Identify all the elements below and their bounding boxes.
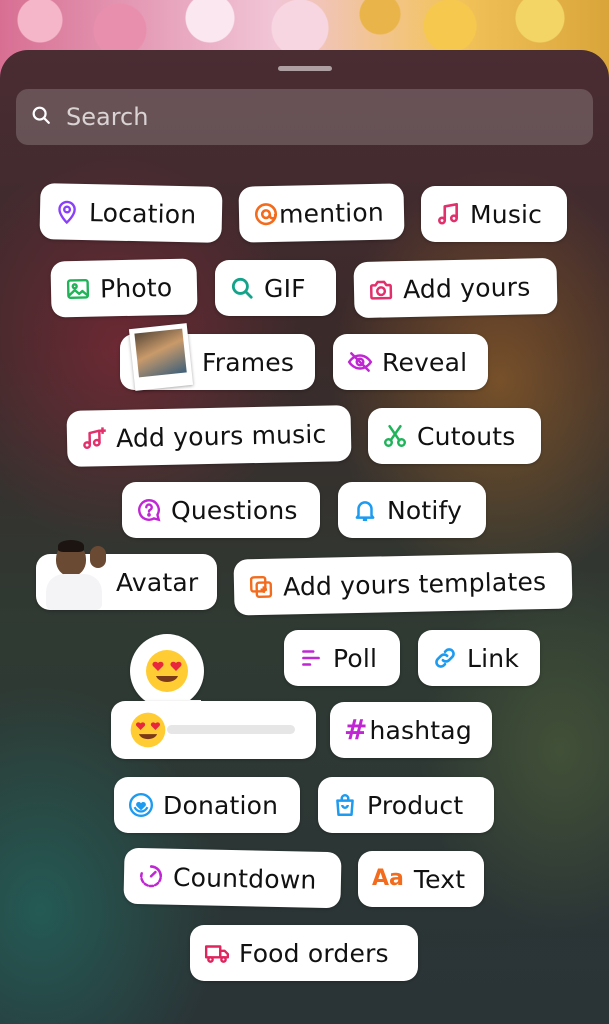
sticker-poll[interactable]: Poll [284, 630, 400, 686]
avatar-figure [46, 540, 112, 612]
template-plus-icon [248, 574, 275, 601]
sticker-label: Questions [171, 495, 298, 525]
emoji-reaction-sticker[interactable] [130, 634, 204, 708]
sticker-gif[interactable]: GIF [215, 260, 336, 316]
poll-icon [298, 645, 324, 671]
link-icon [432, 645, 458, 671]
search-icon [229, 275, 255, 301]
text-aa-icon: Aa [372, 866, 404, 891]
timer-icon [138, 863, 165, 890]
drag-handle[interactable] [278, 66, 332, 71]
emoji-slider-sticker[interactable] [111, 701, 316, 759]
sticker-label: Location [88, 197, 197, 229]
sticker-cutouts[interactable]: Cutouts [368, 408, 541, 464]
threads-icon [253, 201, 280, 228]
sticker-label: hashtag [369, 715, 472, 745]
sticker-label: Add yours music [115, 419, 327, 453]
sticker-label: Countdown [172, 862, 317, 895]
search-placeholder: Search [66, 103, 149, 131]
frames-polaroid-thumbnail [128, 323, 194, 391]
sticker-add-yours-templates[interactable]: Add yours templates [233, 552, 573, 616]
sticker-label: Add yours templates [282, 566, 547, 602]
sticker-questions[interactable]: Questions [122, 482, 320, 538]
image-icon [65, 276, 92, 303]
sticker-label: Poll [333, 643, 378, 673]
sticker-text[interactable]: Aa Text [358, 851, 484, 907]
sticker-reveal[interactable]: Reveal [333, 334, 488, 390]
eye-slash-icon [347, 349, 373, 375]
sticker-link[interactable]: Link [418, 630, 540, 686]
sticker-label: Frames [202, 347, 295, 377]
sticker-label: Avatar [116, 567, 199, 597]
sticker-label: Photo [99, 272, 173, 303]
delivery-truck-icon [204, 940, 230, 966]
music-note-icon [435, 201, 461, 227]
sticker-label: Music [470, 199, 543, 229]
sticker-label: Add yours [402, 271, 531, 304]
sticker-hashtag[interactable]: # hashtag [330, 702, 492, 758]
sticker-label: Link [467, 643, 519, 673]
sticker-label: Cutouts [417, 421, 516, 451]
search-icon [30, 104, 52, 130]
sticker-countdown[interactable]: Countdown [123, 847, 342, 909]
sticker-label: Notify [387, 495, 463, 525]
sticker-add-yours[interactable]: Add yours [353, 257, 558, 319]
music-plus-icon [81, 425, 108, 452]
slider-track[interactable] [167, 725, 295, 734]
heart-eyes-face-icon [146, 650, 188, 692]
sticker-label: Food orders [239, 938, 389, 968]
pin-icon [54, 198, 81, 225]
sticker-product[interactable]: Product [318, 777, 494, 833]
sticker-tray-sheet: Search Location mention Music Photo GIF [0, 50, 609, 1024]
scissors-icon [382, 423, 408, 449]
sticker-label: Product [367, 790, 464, 820]
sticker-photo[interactable]: Photo [50, 258, 198, 318]
sticker-food-orders[interactable]: Food orders [190, 925, 418, 981]
camera-icon [368, 276, 395, 303]
sticker-notify[interactable]: Notify [338, 482, 486, 538]
sticker-mention[interactable]: mention [238, 183, 405, 243]
sticker-label: Reveal [382, 347, 468, 377]
sticker-label: Text [413, 864, 466, 894]
sticker-music[interactable]: Music [421, 186, 567, 242]
hashtag-icon: # [344, 713, 368, 746]
bell-icon [352, 497, 378, 523]
sticker-label: mention [278, 197, 385, 229]
sticker-label: Donation [163, 790, 279, 820]
sticker-add-yours-music[interactable]: Add yours music [66, 405, 352, 467]
shopping-bag-icon [332, 792, 358, 818]
question-bubble-icon [136, 497, 162, 523]
sticker-location[interactable]: Location [39, 183, 223, 243]
sticker-label: GIF [264, 273, 306, 303]
sticker-donation[interactable]: Donation [114, 777, 300, 833]
search-bar[interactable]: Search [16, 89, 593, 145]
donation-icon [128, 792, 154, 818]
heart-eyes-face-icon [130, 712, 166, 748]
